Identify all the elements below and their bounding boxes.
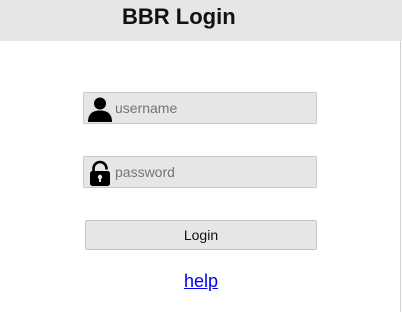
user-icon: [88, 97, 112, 122]
header-bar: BBR Login: [0, 0, 402, 41]
login-button[interactable]: Login: [85, 220, 317, 250]
lock-icon: [90, 160, 110, 186]
password-field[interactable]: [83, 156, 317, 188]
username-input[interactable]: [115, 93, 313, 123]
help-link-label[interactable]: help: [184, 271, 218, 291]
page-title: BBR Login: [122, 4, 236, 29]
username-field[interactable]: [83, 92, 317, 124]
password-input[interactable]: [115, 157, 313, 187]
help-link[interactable]: help: [0, 271, 402, 292]
